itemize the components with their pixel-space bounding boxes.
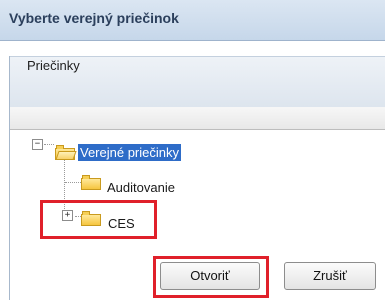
tree-node-public-folders[interactable]: Verejné priečinky (78, 144, 181, 161)
tree-connector (44, 144, 54, 145)
tree-header (10, 107, 385, 130)
tree-node-auditovanie[interactable]: Auditovanie (105, 179, 177, 196)
folder-icon (81, 175, 101, 190)
tree-header-label: Priečinky (27, 58, 80, 73)
collapse-root-toggle[interactable]: − (32, 139, 43, 150)
cancel-button[interactable]: Zrušiť (284, 262, 376, 290)
tree-connector (65, 182, 81, 183)
dialog-title-bar[interactable]: Vyberte verejný priečinok (0, 0, 385, 41)
open-button-highlight-box (153, 256, 269, 298)
select-public-folder-dialog: Vyberte verejný priečinok Priečinky − Ve… (0, 0, 385, 300)
dialog-title: Vyberte verejný priečinok (9, 10, 179, 26)
ces-highlight-box (40, 200, 157, 239)
open-folder-icon (55, 145, 77, 160)
